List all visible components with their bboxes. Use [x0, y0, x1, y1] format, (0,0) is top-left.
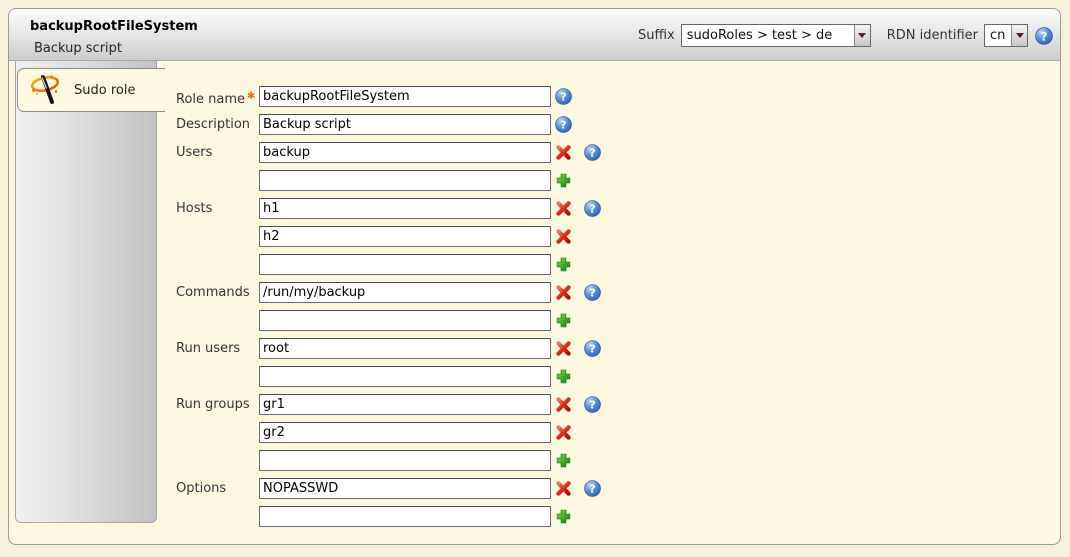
field-label: Run groups	[176, 394, 250, 415]
field-label: Role name✱	[176, 86, 255, 110]
add-icon[interactable]	[555, 368, 572, 385]
field-label: Options	[176, 478, 226, 499]
svg-text:?: ?	[589, 147, 595, 160]
delete-icon[interactable]	[555, 200, 572, 217]
field-input[interactable]	[259, 310, 551, 331]
add-icon[interactable]	[555, 452, 572, 469]
svg-text:?: ?	[589, 483, 595, 496]
chevron-down-icon	[1011, 25, 1027, 46]
svg-text:?: ?	[589, 343, 595, 356]
field-label: Hosts	[176, 198, 212, 219]
field-label: Description	[176, 114, 250, 135]
field-input[interactable]	[259, 282, 551, 303]
add-icon[interactable]	[555, 508, 572, 525]
delete-icon[interactable]	[555, 144, 572, 161]
rdn-identifier-select[interactable]: cn	[984, 24, 1028, 47]
field-input[interactable]	[259, 142, 551, 163]
suffix-label: Suffix	[638, 28, 675, 43]
field-input[interactable]	[259, 198, 551, 219]
chevron-down-icon	[854, 25, 870, 46]
suffix-select-value: sudoRoles > test > de	[682, 28, 854, 43]
field-input[interactable]	[259, 366, 551, 387]
page-title: backupRootFileSystem	[30, 19, 198, 34]
help-icon[interactable]: ?	[584, 340, 601, 357]
delete-icon[interactable]	[555, 284, 572, 301]
required-marker: ✱	[247, 91, 255, 102]
svg-text:?: ?	[589, 287, 595, 300]
field-input[interactable]	[259, 114, 551, 135]
field-input[interactable]	[259, 226, 551, 247]
svg-text:?: ?	[589, 399, 595, 412]
delete-icon[interactable]	[555, 396, 572, 413]
delete-icon[interactable]	[555, 228, 572, 245]
help-icon[interactable]: ?	[555, 88, 572, 105]
svg-text:?: ?	[589, 203, 595, 216]
help-icon[interactable]: ?	[555, 116, 572, 133]
delete-icon[interactable]	[555, 424, 572, 441]
add-icon[interactable]	[555, 312, 572, 329]
suffix-select[interactable]: sudoRoles > test > de	[681, 24, 871, 47]
help-icon[interactable]: ?	[584, 200, 601, 217]
field-input[interactable]	[259, 86, 551, 107]
rdn-identifier-label: RDN identifier	[887, 28, 978, 43]
sudo-role-edit-window: backupRootFileSystem Backup script Suffi…	[8, 8, 1061, 545]
rdn-select-value: cn	[985, 28, 1011, 43]
field-label: Run users	[176, 338, 240, 359]
field-input[interactable]	[259, 422, 551, 443]
field-label: Commands	[176, 282, 250, 303]
svg-text:?: ?	[1041, 29, 1048, 43]
help-icon: ?	[1035, 27, 1053, 45]
help-icon[interactable]: ?	[584, 396, 601, 413]
field-input[interactable]	[259, 478, 551, 499]
svg-text:?: ?	[560, 91, 566, 104]
help-icon[interactable]: ?	[584, 144, 601, 161]
header-controls: Suffix sudoRoles > test > de RDN identif…	[638, 24, 1053, 47]
header-help-icon[interactable]: ?	[1035, 27, 1053, 45]
add-icon[interactable]	[555, 172, 572, 189]
delete-icon[interactable]	[555, 480, 572, 497]
delete-icon[interactable]	[555, 340, 572, 357]
field-input[interactable]	[259, 506, 551, 527]
field-input[interactable]	[259, 450, 551, 471]
help-icon[interactable]: ?	[584, 480, 601, 497]
page-subtitle: Backup script	[34, 41, 122, 56]
field-input[interactable]	[259, 254, 551, 275]
svg-text:?: ?	[560, 119, 566, 132]
field-input[interactable]	[259, 394, 551, 415]
add-icon[interactable]	[555, 256, 572, 273]
field-input[interactable]	[259, 170, 551, 191]
sudo-role-form: Role name✱? Description? Users? Hosts? Comma…	[9, 61, 1060, 544]
field-label: Users	[176, 142, 212, 163]
field-input[interactable]	[259, 338, 551, 359]
titlebar: backupRootFileSystem Backup script Suffi…	[9, 9, 1060, 61]
help-icon[interactable]: ?	[584, 284, 601, 301]
